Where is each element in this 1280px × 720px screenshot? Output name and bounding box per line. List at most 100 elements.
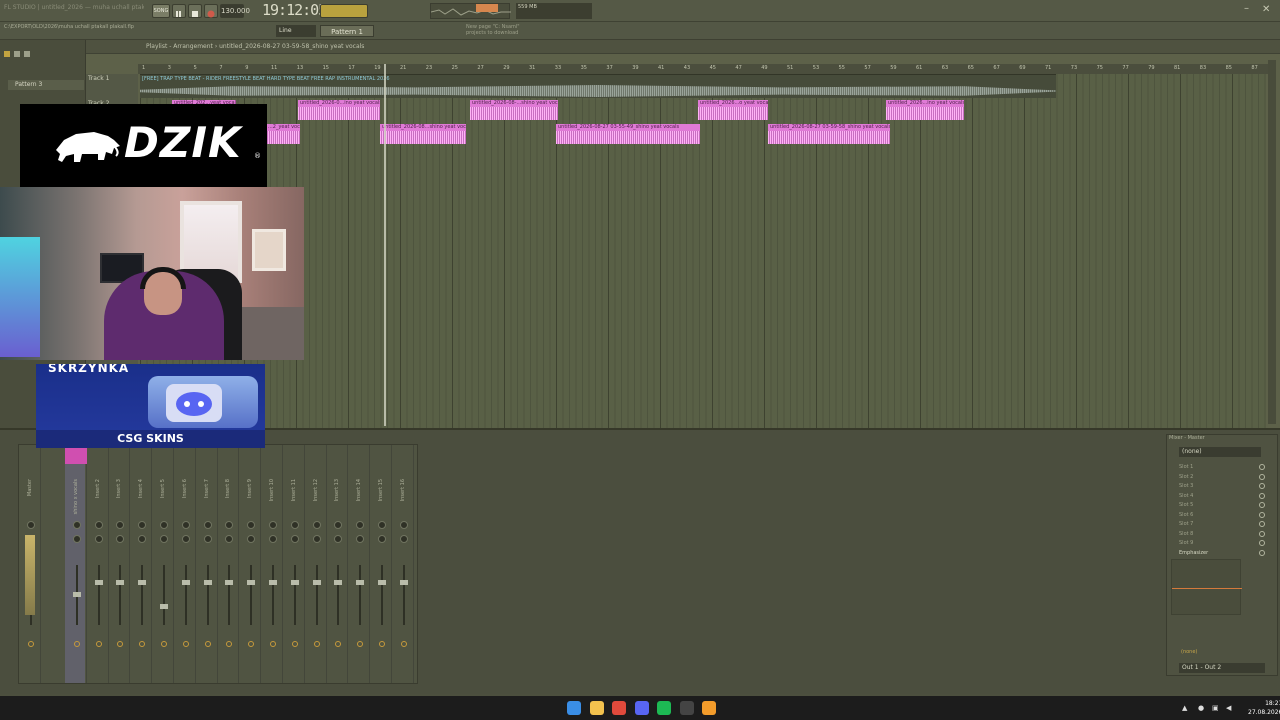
obs-icon[interactable]: [679, 701, 694, 715]
snap-select[interactable]: Line: [276, 25, 316, 37]
stereo-knob[interactable]: [116, 535, 125, 543]
track-header-1[interactable]: Track 1: [88, 75, 109, 82]
pan-knob[interactable]: [290, 521, 299, 529]
slot-enable-icon[interactable]: [1259, 511, 1265, 518]
mute-led-icon[interactable]: [248, 641, 255, 647]
pan-knob[interactable]: [378, 521, 386, 529]
pan-knob[interactable]: [181, 521, 190, 529]
playhead[interactable]: [384, 64, 386, 426]
chevron-up-icon[interactable]: ▲: [1182, 704, 1187, 712]
pan-knob[interactable]: [356, 521, 365, 529]
volume-fader[interactable]: [94, 580, 103, 585]
mute-led-icon[interactable]: [73, 641, 80, 647]
slot-enable-icon[interactable]: [1259, 483, 1265, 489]
eq-display[interactable]: [1171, 559, 1242, 615]
mute-led-icon[interactable]: [28, 641, 34, 647]
mixer-strip[interactable]: Insert 12: [307, 445, 327, 683]
song-mode-button[interactable]: SONG: [152, 4, 170, 18]
slot-enable-icon[interactable]: [1259, 530, 1265, 537]
slot-enable-icon[interactable]: [1259, 492, 1265, 499]
slot-enable-icon[interactable]: [1259, 473, 1265, 480]
volume-fader[interactable]: [116, 580, 125, 585]
spotify-icon[interactable]: [657, 701, 671, 715]
pan-knob[interactable]: [247, 521, 256, 529]
volume-fader[interactable]: [290, 580, 299, 585]
pan-knob[interactable]: [116, 521, 125, 529]
volume-fader[interactable]: [356, 580, 365, 585]
mixer-strip[interactable]: Insert 3: [110, 445, 131, 683]
minimize-button[interactable]: –: [1244, 3, 1249, 14]
vocal-clip[interactable]: untitled_2026-0...ino yeat vocals: [298, 100, 380, 120]
mixer-strip[interactable]: Insert 14: [350, 445, 371, 683]
slot-enable-icon[interactable]: [1259, 549, 1265, 556]
mute-led-icon[interactable]: [313, 641, 320, 647]
discord-icon[interactable]: [634, 701, 649, 715]
effect-slot[interactable]: Slot 6: [1175, 511, 1273, 520]
effect-slot[interactable]: Emphasizer: [1175, 549, 1273, 558]
browser-tabs[interactable]: [4, 44, 82, 57]
mute-led-icon[interactable]: [95, 641, 102, 647]
effect-slot[interactable]: Slot 2: [1175, 473, 1273, 482]
volume-fader[interactable]: [312, 580, 321, 585]
vocal-clip[interactable]: untitled_2026...ino yeat vocals: [886, 100, 964, 120]
pan-knob[interactable]: [27, 521, 35, 529]
volume-fader[interactable]: [203, 580, 212, 585]
mute-led-icon[interactable]: [117, 641, 124, 647]
stereo-knob[interactable]: [334, 535, 343, 543]
effect-slot[interactable]: Slot 1: [1175, 463, 1273, 472]
stereo-knob[interactable]: [181, 535, 190, 543]
playlist-grid[interactable]: [FREE] TRAP TYPE BEAT - RIDER FREESTYLE …: [140, 74, 1266, 428]
volume-fader[interactable]: [399, 580, 408, 585]
mixer-strip[interactable]: Insert 16: [394, 445, 414, 683]
mute-led-icon[interactable]: [291, 641, 298, 647]
playlist-scrollbar[interactable]: [1268, 60, 1276, 424]
vocal-clip[interactable]: untitled_2026-08-27 03-59-58_shino yeat …: [768, 124, 890, 144]
mute-led-icon[interactable]: [379, 641, 385, 647]
mute-led-icon[interactable]: [204, 641, 211, 647]
mixer-strip[interactable]: Insert 4: [132, 445, 153, 683]
vocal-clip[interactable]: untitled_2026-08-27 03-55-49_shino yeat …: [556, 124, 700, 144]
effect-slot[interactable]: Slot 4: [1175, 492, 1273, 501]
volume-fader[interactable]: [378, 580, 386, 585]
record-button[interactable]: [204, 4, 218, 18]
mixer-strip[interactable]: Insert 8: [219, 445, 240, 683]
mute-led-icon[interactable]: [161, 641, 167, 647]
pan-knob[interactable]: [399, 521, 408, 529]
mixer-strip[interactable]: Insert 10: [263, 445, 283, 683]
mixer-strip[interactable]: Insert 13: [328, 445, 349, 683]
song-time-display[interactable]: 19:12:05: [262, 1, 327, 21]
volume-fader[interactable]: [138, 580, 147, 585]
mute-led-icon[interactable]: [182, 641, 189, 647]
stereo-knob[interactable]: [247, 535, 256, 543]
slot-enable-icon[interactable]: [1259, 502, 1265, 508]
mixer-strip[interactable]: Insert 2: [89, 445, 109, 683]
effect-slot[interactable]: Slot 9: [1175, 539, 1273, 548]
vocal-clip[interactable]: untitled_2026-08...shino yeat vocals: [380, 124, 466, 144]
stereo-knob[interactable]: [94, 535, 103, 543]
tempo-display[interactable]: 130.000: [220, 4, 250, 18]
pan-knob[interactable]: [334, 521, 343, 529]
mute-led-icon[interactable]: [335, 641, 342, 647]
volume-icon[interactable]: ◀: [1226, 704, 1231, 712]
stereo-knob[interactable]: [225, 535, 234, 543]
mute-led-icon[interactable]: [226, 641, 233, 647]
close-button[interactable]: ✕: [1262, 4, 1270, 15]
fl-studio-icon[interactable]: [702, 701, 716, 715]
stereo-knob[interactable]: [312, 535, 321, 543]
microphone-icon[interactable]: ●: [1198, 704, 1204, 712]
slot-enable-icon[interactable]: [1259, 521, 1265, 527]
stereo-knob[interactable]: [378, 535, 386, 543]
audio-clip-beat[interactable]: [FREE] TRAP TYPE BEAT - RIDER FREESTYLE …: [140, 74, 1056, 98]
volume-fader[interactable]: [247, 580, 256, 585]
mute-led-icon[interactable]: [270, 641, 276, 647]
effect-slot[interactable]: Slot 3: [1175, 482, 1273, 491]
volume-fader[interactable]: [160, 604, 168, 609]
vocal-clip[interactable]: untitled_2026-08-...shino yeat vocals: [470, 100, 558, 120]
mute-led-icon[interactable]: [139, 641, 146, 647]
effect-slot[interactable]: Slot 8: [1175, 530, 1273, 539]
stereo-knob[interactable]: [356, 535, 365, 543]
stop-button[interactable]: [188, 4, 202, 18]
output-select[interactable]: Out 1 - Out 2: [1179, 663, 1265, 673]
stereo-knob[interactable]: [138, 535, 147, 543]
mixer-strip[interactable]: Insert 7: [198, 445, 218, 683]
